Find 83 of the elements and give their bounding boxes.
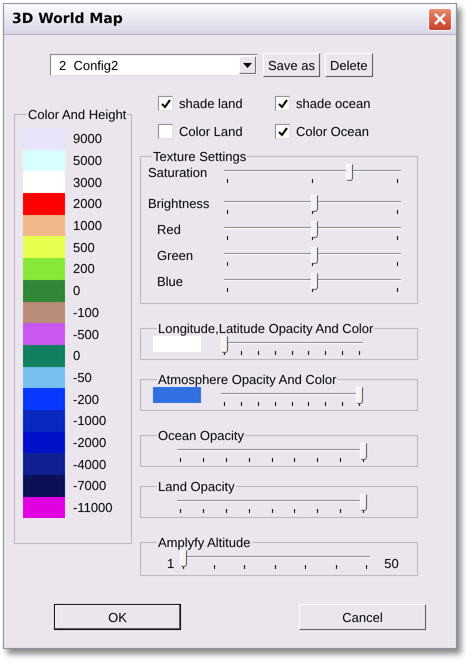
checkbox[interactable]: [275, 96, 290, 111]
dialog-button[interactable]: Cancel: [299, 604, 426, 630]
color-swatch[interactable]: [23, 432, 65, 454]
close-button[interactable]: [428, 8, 452, 30]
checkbox[interactable]: [158, 96, 173, 111]
color-swatch[interactable]: [23, 496, 65, 518]
checkmark-icon: [278, 98, 288, 108]
checkbox-label: Color Ocean: [296, 124, 369, 139]
checkmark-icon: [160, 98, 170, 108]
color-swatch[interactable]: [23, 214, 65, 236]
color-swatch[interactable]: [23, 302, 65, 324]
config-button[interactable]: Save as: [263, 53, 320, 77]
group-title: Texture Settings: [152, 149, 248, 164]
slider-thumb[interactable]: [180, 550, 188, 567]
color-swatch[interactable]: [23, 258, 65, 280]
slider-thumb[interactable]: [310, 247, 318, 264]
slider-thumb[interactable]: [310, 221, 318, 238]
color-swatch[interactable]: [153, 387, 201, 403]
color-swatch[interactable]: [23, 366, 65, 388]
slider-thumb[interactable]: [356, 387, 363, 404]
slider-label: Red: [156, 222, 182, 237]
color-swatch[interactable]: [23, 236, 65, 258]
window-title: 3D World Map: [12, 11, 123, 27]
config-button[interactable]: Delete: [324, 53, 373, 77]
height-label: 1000: [73, 218, 102, 234]
height-label: -4000: [73, 456, 106, 472]
color-swatch[interactable]: [23, 453, 65, 475]
height-label: 0: [73, 283, 80, 298]
color-swatch[interactable]: [23, 128, 65, 150]
height-label: 2000: [73, 196, 102, 212]
height-label: -1000: [73, 413, 106, 428]
color-swatch[interactable]: [23, 410, 65, 432]
slider-thumb[interactable]: [360, 443, 367, 460]
group-title: Land Opacity: [157, 479, 236, 494]
slider-thumb[interactable]: [221, 336, 228, 353]
color-swatch[interactable]: [23, 475, 65, 497]
height-label: 5000: [73, 153, 102, 168]
height-label: 500: [73, 240, 95, 255]
config-dropdown[interactable]: 2 Config2: [50, 54, 258, 76]
caret-icon: [243, 62, 252, 68]
height-label: -100: [73, 304, 100, 320]
dropdown-button[interactable]: [239, 56, 256, 74]
height-label: -7000: [73, 478, 106, 494]
checkbox[interactable]: [275, 124, 290, 139]
checkbox-label: shade land: [179, 96, 243, 111]
color-swatch[interactable]: [23, 344, 65, 367]
height-label: 200: [73, 261, 95, 276]
min-label: 1: [167, 556, 174, 571]
slider-label: Brightness: [148, 196, 210, 211]
color-swatch[interactable]: [23, 280, 65, 302]
height-label: 3000: [73, 174, 102, 190]
height-label: 0: [73, 348, 80, 364]
slider-label: Blue: [156, 274, 184, 289]
height-label: -50: [73, 370, 92, 385]
color-swatch[interactable]: [23, 150, 65, 172]
color-swatch[interactable]: [153, 336, 201, 352]
color-swatch[interactable]: [23, 323, 65, 345]
slider-thumb[interactable]: [310, 195, 318, 212]
slider-thumb[interactable]: [346, 164, 354, 181]
color-swatch[interactable]: [23, 388, 65, 410]
group-title: Ocean Opacity: [157, 428, 245, 443]
group-title: Color And Height: [27, 107, 128, 122]
color-swatch[interactable]: [23, 171, 65, 194]
slider-label: Green: [156, 248, 194, 263]
max-label: 50: [384, 556, 399, 571]
checkbox[interactable]: [158, 124, 173, 139]
height-label: 9000: [73, 131, 102, 146]
slider-thumb[interactable]: [310, 273, 318, 290]
checkmark-icon: [278, 126, 288, 136]
slider-label: Saturation: [148, 165, 208, 180]
close-icon: [434, 13, 446, 25]
group-title: Longitude,Latitude Opacity And Color: [157, 321, 374, 336]
height-label: -11000: [73, 500, 113, 516]
height-label: -2000: [73, 434, 106, 450]
checkbox-label: Color Land: [179, 124, 243, 139]
group-title: Amplyfy Altitude: [157, 535, 252, 550]
checkbox-label: shade ocean: [296, 96, 370, 111]
height-label: -200: [73, 392, 100, 407]
group-title: Atmosphere Opacity And Color: [157, 372, 338, 387]
color-swatch[interactable]: [23, 193, 65, 215]
slider-thumb[interactable]: [360, 494, 367, 511]
height-label: -500: [73, 326, 100, 342]
dialog-button[interactable]: OK: [54, 604, 181, 630]
